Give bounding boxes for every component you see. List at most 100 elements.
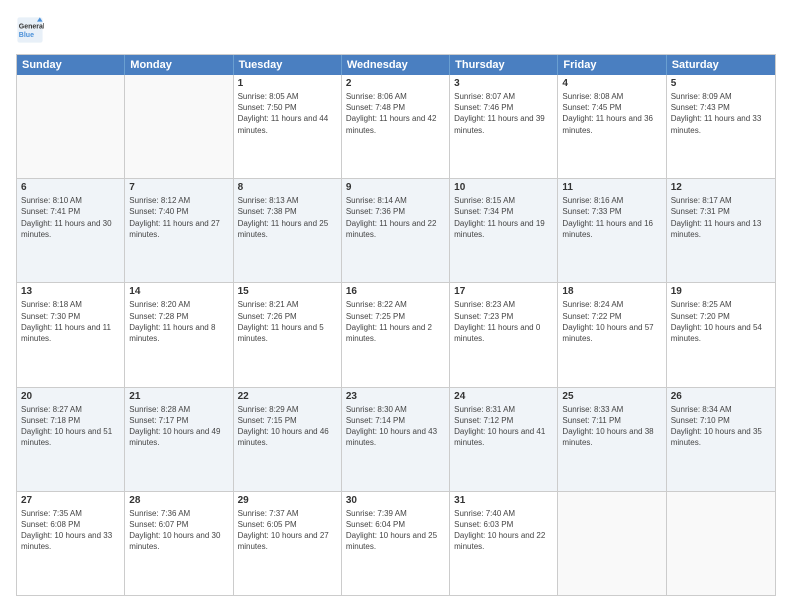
- calendar: SundayMondayTuesdayWednesdayThursdayFrid…: [16, 54, 776, 596]
- calendar-header-cell: Thursday: [450, 55, 558, 75]
- day-number: 21: [129, 391, 228, 402]
- calendar-row: 1Sunrise: 8:05 AM Sunset: 7:50 PM Daylig…: [17, 75, 775, 178]
- calendar-cell: 1Sunrise: 8:05 AM Sunset: 7:50 PM Daylig…: [234, 75, 342, 178]
- calendar-cell: 15 Sunrise: 8:21 AM Sunset: 7:26 PM Dayli…: [234, 283, 342, 386]
- cell-info: Sunrise: 8:21 AM Sunset: 7:26 PM Dayligh…: [238, 299, 337, 344]
- day-number: 28: [129, 495, 228, 506]
- calendar-cell: 4 Sunrise: 8:08 AM Sunset: 7:45 PM Daylig…: [558, 75, 666, 178]
- day-number: 17: [454, 286, 553, 297]
- page: General Blue SundayMondayTuesdayWednesda…: [0, 0, 792, 612]
- calendar-cell: 16Sunrise: 8:22 AM Sunset: 7:25 PM Dayli…: [342, 283, 450, 386]
- calendar-header-cell: Sunday: [17, 55, 125, 75]
- cell-info: Sunrise: 8:09 AM Sunset: 7:43 PM Dayligh…: [671, 91, 771, 136]
- calendar-cell: 3 Sunrise: 8:07 AM Sunset: 7:46 PM Daylig…: [450, 75, 558, 178]
- cell-info: Sunrise: 7:36 AM Sunset: 6:07 PM Dayligh…: [129, 508, 228, 553]
- calendar-cell: 21 Sunrise: 8:28 AM Sunset: 7:17 PM Dayli…: [125, 388, 233, 491]
- day-number: 20: [21, 391, 120, 402]
- day-number: 18: [562, 286, 661, 297]
- cell-info: Sunrise: 8:10 AM Sunset: 7:41 PM Dayligh…: [21, 195, 120, 240]
- cell-info: Sunrise: 8:07 AM Sunset: 7:46 PM Dayligh…: [454, 91, 553, 136]
- calendar-cell: 25 Sunrise: 8:33 AM Sunset: 7:11 PM Dayli…: [558, 388, 666, 491]
- day-number: 30: [346, 495, 445, 506]
- day-number: 6: [21, 182, 120, 193]
- calendar-cell: 27Sunrise: 7:35 AM Sunset: 6:08 PM Dayli…: [17, 492, 125, 595]
- calendar-cell: 18 Sunrise: 8:24 AM Sunset: 7:22 PM Dayli…: [558, 283, 666, 386]
- cell-info: Sunrise: 7:35 AM Sunset: 6:08 PM Dayligh…: [21, 508, 120, 553]
- day-number: 16: [346, 286, 445, 297]
- cell-info: Sunrise: 8:31 AM Sunset: 7:12 PM Dayligh…: [454, 404, 553, 449]
- day-number: 25: [562, 391, 661, 402]
- cell-info: Sunrise: 8:14 AM Sunset: 7:36 PM Dayligh…: [346, 195, 445, 240]
- cell-info: Sunrise: 8:30 AM Sunset: 7:14 PM Dayligh…: [346, 404, 445, 449]
- day-number: 10: [454, 182, 553, 193]
- calendar-cell: 8 Sunrise: 8:13 AM Sunset: 7:38 PM Daylig…: [234, 179, 342, 282]
- cell-info: Sunrise: 7:40 AM Sunset: 6:03 PM Dayligh…: [454, 508, 553, 553]
- calendar-row: 27Sunrise: 7:35 AM Sunset: 6:08 PM Dayli…: [17, 491, 775, 595]
- calendar-cell: 20 Sunrise: 8:27 AM Sunset: 7:18 PM Dayli…: [17, 388, 125, 491]
- day-number: 26: [671, 391, 771, 402]
- cell-info: Sunrise: 8:33 AM Sunset: 7:11 PM Dayligh…: [562, 404, 661, 449]
- svg-text:General: General: [19, 24, 44, 31]
- calendar-cell: 14 Sunrise: 8:20 AM Sunset: 7:28 PM Dayli…: [125, 283, 233, 386]
- calendar-cell: 10 Sunrise: 8:15 AM Sunset: 7:34 PM Dayli…: [450, 179, 558, 282]
- cell-info: Sunrise: 8:24 AM Sunset: 7:22 PM Dayligh…: [562, 299, 661, 344]
- cell-info: Sunrise: 8:20 AM Sunset: 7:28 PM Dayligh…: [129, 299, 228, 344]
- cell-info: Sunrise: 8:23 AM Sunset: 7:23 PM Dayligh…: [454, 299, 553, 344]
- calendar-cell: 13 Sunrise: 8:18 AM Sunset: 7:30 PM Dayli…: [17, 283, 125, 386]
- cell-info: Sunrise: 8:06 AM Sunset: 7:48 PM Dayligh…: [346, 91, 445, 136]
- day-number: 12: [671, 182, 771, 193]
- cell-info: Sunrise: 7:39 AM Sunset: 6:04 PM Dayligh…: [346, 508, 445, 553]
- calendar-cell: 26Sunrise: 8:34 AM Sunset: 7:10 PM Dayli…: [667, 388, 775, 491]
- calendar-cell: 2 Sunrise: 8:06 AM Sunset: 7:48 PM Daylig…: [342, 75, 450, 178]
- calendar-header-cell: Saturday: [667, 55, 775, 75]
- day-number: 14: [129, 286, 228, 297]
- calendar-cell: 28 Sunrise: 7:36 AM Sunset: 6:07 PM Dayli…: [125, 492, 233, 595]
- calendar-cell: 29 Sunrise: 7:37 AM Sunset: 6:05 PM Dayli…: [234, 492, 342, 595]
- cell-info: Sunrise: 7:37 AM Sunset: 6:05 PM Dayligh…: [238, 508, 337, 553]
- day-number: 15: [238, 286, 337, 297]
- day-number: 22: [238, 391, 337, 402]
- calendar-row: 6 Sunrise: 8:10 AM Sunset: 7:41 PM Daylig…: [17, 178, 775, 282]
- cell-info: Sunrise: 8:18 AM Sunset: 7:30 PM Dayligh…: [21, 299, 120, 344]
- calendar-cell: [17, 75, 125, 178]
- cell-info: Sunrise: 8:16 AM Sunset: 7:33 PM Dayligh…: [562, 195, 661, 240]
- calendar-cell: 23Sunrise: 8:30 AM Sunset: 7:14 PM Dayli…: [342, 388, 450, 491]
- calendar-cell: [125, 75, 233, 178]
- calendar-cell: 11 Sunrise: 8:16 AM Sunset: 7:33 PM Dayli…: [558, 179, 666, 282]
- day-number: 2: [346, 78, 445, 89]
- cell-info: Sunrise: 8:15 AM Sunset: 7:34 PM Dayligh…: [454, 195, 553, 240]
- calendar-cell: 7Sunrise: 8:12 AM Sunset: 7:40 PM Daylig…: [125, 179, 233, 282]
- day-number: 11: [562, 182, 661, 193]
- day-number: 1: [238, 78, 337, 89]
- calendar-header: SundayMondayTuesdayWednesdayThursdayFrid…: [17, 55, 775, 75]
- day-number: 29: [238, 495, 337, 506]
- header: General Blue: [16, 16, 776, 44]
- calendar-cell: 5 Sunrise: 8:09 AM Sunset: 7:43 PM Daylig…: [667, 75, 775, 178]
- calendar-cell: 30 Sunrise: 7:39 AM Sunset: 6:04 PM Dayli…: [342, 492, 450, 595]
- calendar-cell: 24 Sunrise: 8:31 AM Sunset: 7:12 PM Dayli…: [450, 388, 558, 491]
- cell-info: Sunrise: 8:27 AM Sunset: 7:18 PM Dayligh…: [21, 404, 120, 449]
- day-number: 9: [346, 182, 445, 193]
- day-number: 24: [454, 391, 553, 402]
- logo: General Blue: [16, 16, 48, 44]
- calendar-cell: [667, 492, 775, 595]
- logo-icon: General Blue: [16, 16, 44, 44]
- cell-info: Sunrise: 8:29 AM Sunset: 7:15 PM Dayligh…: [238, 404, 337, 449]
- day-number: 31: [454, 495, 553, 506]
- cell-info: Sunrise: 8:28 AM Sunset: 7:17 PM Dayligh…: [129, 404, 228, 449]
- cell-info: Sunrise: 8:25 AM Sunset: 7:20 PM Dayligh…: [671, 299, 771, 344]
- calendar-cell: 22 Sunrise: 8:29 AM Sunset: 7:15 PM Dayli…: [234, 388, 342, 491]
- calendar-cell: 9 Sunrise: 8:14 AM Sunset: 7:36 PM Daylig…: [342, 179, 450, 282]
- calendar-row: 13 Sunrise: 8:18 AM Sunset: 7:30 PM Dayli…: [17, 282, 775, 386]
- cell-info: Sunrise: 8:08 AM Sunset: 7:45 PM Dayligh…: [562, 91, 661, 136]
- calendar-cell: 17 Sunrise: 8:23 AM Sunset: 7:23 PM Dayli…: [450, 283, 558, 386]
- day-number: 3: [454, 78, 553, 89]
- day-number: 5: [671, 78, 771, 89]
- day-number: 4: [562, 78, 661, 89]
- day-number: 8: [238, 182, 337, 193]
- cell-info: Sunrise: 8:17 AM Sunset: 7:31 PM Dayligh…: [671, 195, 771, 240]
- cell-info: Sunrise: 8:13 AM Sunset: 7:38 PM Dayligh…: [238, 195, 337, 240]
- calendar-cell: 6 Sunrise: 8:10 AM Sunset: 7:41 PM Daylig…: [17, 179, 125, 282]
- day-number: 13: [21, 286, 120, 297]
- svg-text:Blue: Blue: [19, 32, 34, 39]
